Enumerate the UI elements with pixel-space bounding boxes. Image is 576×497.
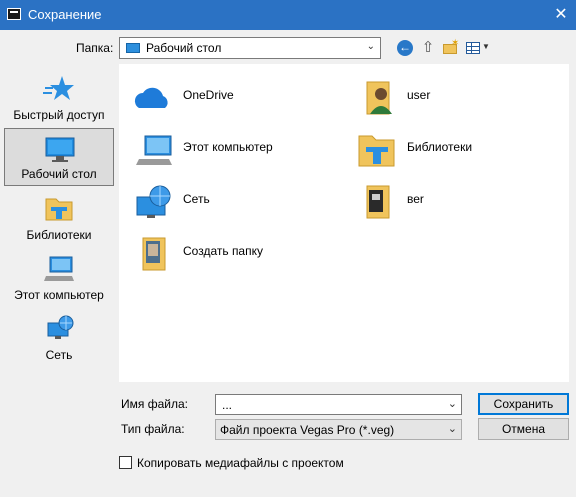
filename-label: Имя файла: — [121, 397, 188, 411]
item-label: user — [407, 88, 431, 102]
place-desktop[interactable]: Рабочий стол — [4, 128, 114, 186]
place-label: Библиотеки — [26, 228, 92, 242]
file-list[interactable]: OneDrive user Этот компьютер Библиотеки — [119, 64, 569, 382]
checkbox-box[interactable] — [119, 456, 132, 469]
item-user[interactable]: user — [347, 74, 547, 118]
chevron-down-icon: ⌄ — [366, 41, 375, 52]
up-folder-button[interactable]: ⇧ — [418, 38, 438, 58]
save-button[interactable]: Сохранить — [478, 393, 569, 415]
item-onedrive[interactable]: OneDrive — [123, 74, 323, 118]
place-label: Быстрый доступ — [13, 108, 105, 122]
place-libraries[interactable]: Библиотеки — [4, 188, 114, 246]
folder-combo[interactable]: Рабочий стол ⌄ — [119, 37, 381, 59]
new-folder-button[interactable]: ✶ — [441, 38, 461, 58]
copy-media-label: Копировать медиафайлы с проектом — [137, 456, 344, 470]
dropdown-arrow-icon: ▼ — [482, 42, 490, 51]
view-menu-button[interactable]: ▼ — [465, 38, 491, 58]
chevron-down-icon[interactable]: ⌄ — [448, 397, 457, 410]
network-icon — [136, 185, 171, 218]
folder-with-image-icon — [142, 237, 166, 271]
place-quick-access[interactable]: Быстрый доступ — [4, 68, 114, 126]
item-label: Библиотеки — [407, 140, 473, 154]
place-label: Сеть — [45, 348, 73, 362]
item-label: Создать папку — [183, 244, 263, 258]
place-label: Рабочий стол — [21, 167, 97, 181]
network-icon — [47, 315, 74, 339]
chevron-down-icon: ⌄ — [447, 423, 457, 435]
item-label: Сеть — [183, 192, 210, 206]
filetype-value: Файл проекта Vegas Pro (*.veg) — [220, 423, 395, 437]
up-arrow-icon: ⇧ — [421, 39, 435, 56]
place-label: Этот компьютер — [14, 288, 104, 302]
item-create-folder[interactable]: Создать папку — [123, 230, 323, 274]
close-button[interactable]: ✕ — [546, 0, 576, 30]
libraries-icon — [45, 198, 73, 221]
desktop-icon — [126, 43, 140, 53]
cancel-button[interactable]: Отмена — [478, 418, 569, 440]
filetype-select[interactable]: Файл проекта Vegas Pro (*.veg) ⌄ — [215, 419, 462, 440]
computer-icon — [44, 256, 74, 281]
filetype-label: Тип файла: — [121, 422, 185, 436]
back-button[interactable]: ← — [395, 38, 415, 58]
quick-access-star-icon — [43, 76, 74, 100]
place-this-pc[interactable]: Этот компьютер — [4, 248, 114, 306]
app-icon — [7, 8, 21, 20]
item-label: OneDrive — [183, 88, 234, 102]
title-bar: Сохранение ✕ — [0, 0, 576, 30]
onedrive-cloud-icon — [134, 87, 168, 108]
place-network[interactable]: Сеть — [4, 308, 114, 366]
back-arrow-icon: ← — [397, 40, 413, 56]
item-label: Этот компьютер — [183, 140, 273, 154]
item-network[interactable]: Сеть — [123, 178, 323, 222]
item-label: веr — [407, 192, 424, 206]
item-folder-ver[interactable]: веr — [347, 178, 547, 222]
computer-icon — [136, 135, 172, 165]
folder-label: Папка: — [76, 41, 114, 55]
window-title: Сохранение — [28, 7, 102, 22]
sparkle-icon: ✶ — [451, 38, 460, 49]
user-folder-icon — [366, 81, 392, 115]
item-this-pc[interactable]: Этот компьютер — [123, 126, 323, 170]
places-bar: Быстрый доступ Рабочий стол Библиотеки Э… — [4, 64, 114, 382]
filename-value: ... — [222, 398, 233, 412]
libraries-folder-icon — [358, 135, 395, 167]
item-libraries[interactable]: Библиотеки — [347, 126, 547, 170]
view-grid-icon — [466, 42, 480, 54]
folder-with-files-icon — [366, 185, 390, 219]
filename-input[interactable]: ... ⌄ — [215, 394, 462, 415]
folder-value: Рабочий стол — [146, 41, 222, 55]
desktop-icon — [45, 137, 75, 162]
